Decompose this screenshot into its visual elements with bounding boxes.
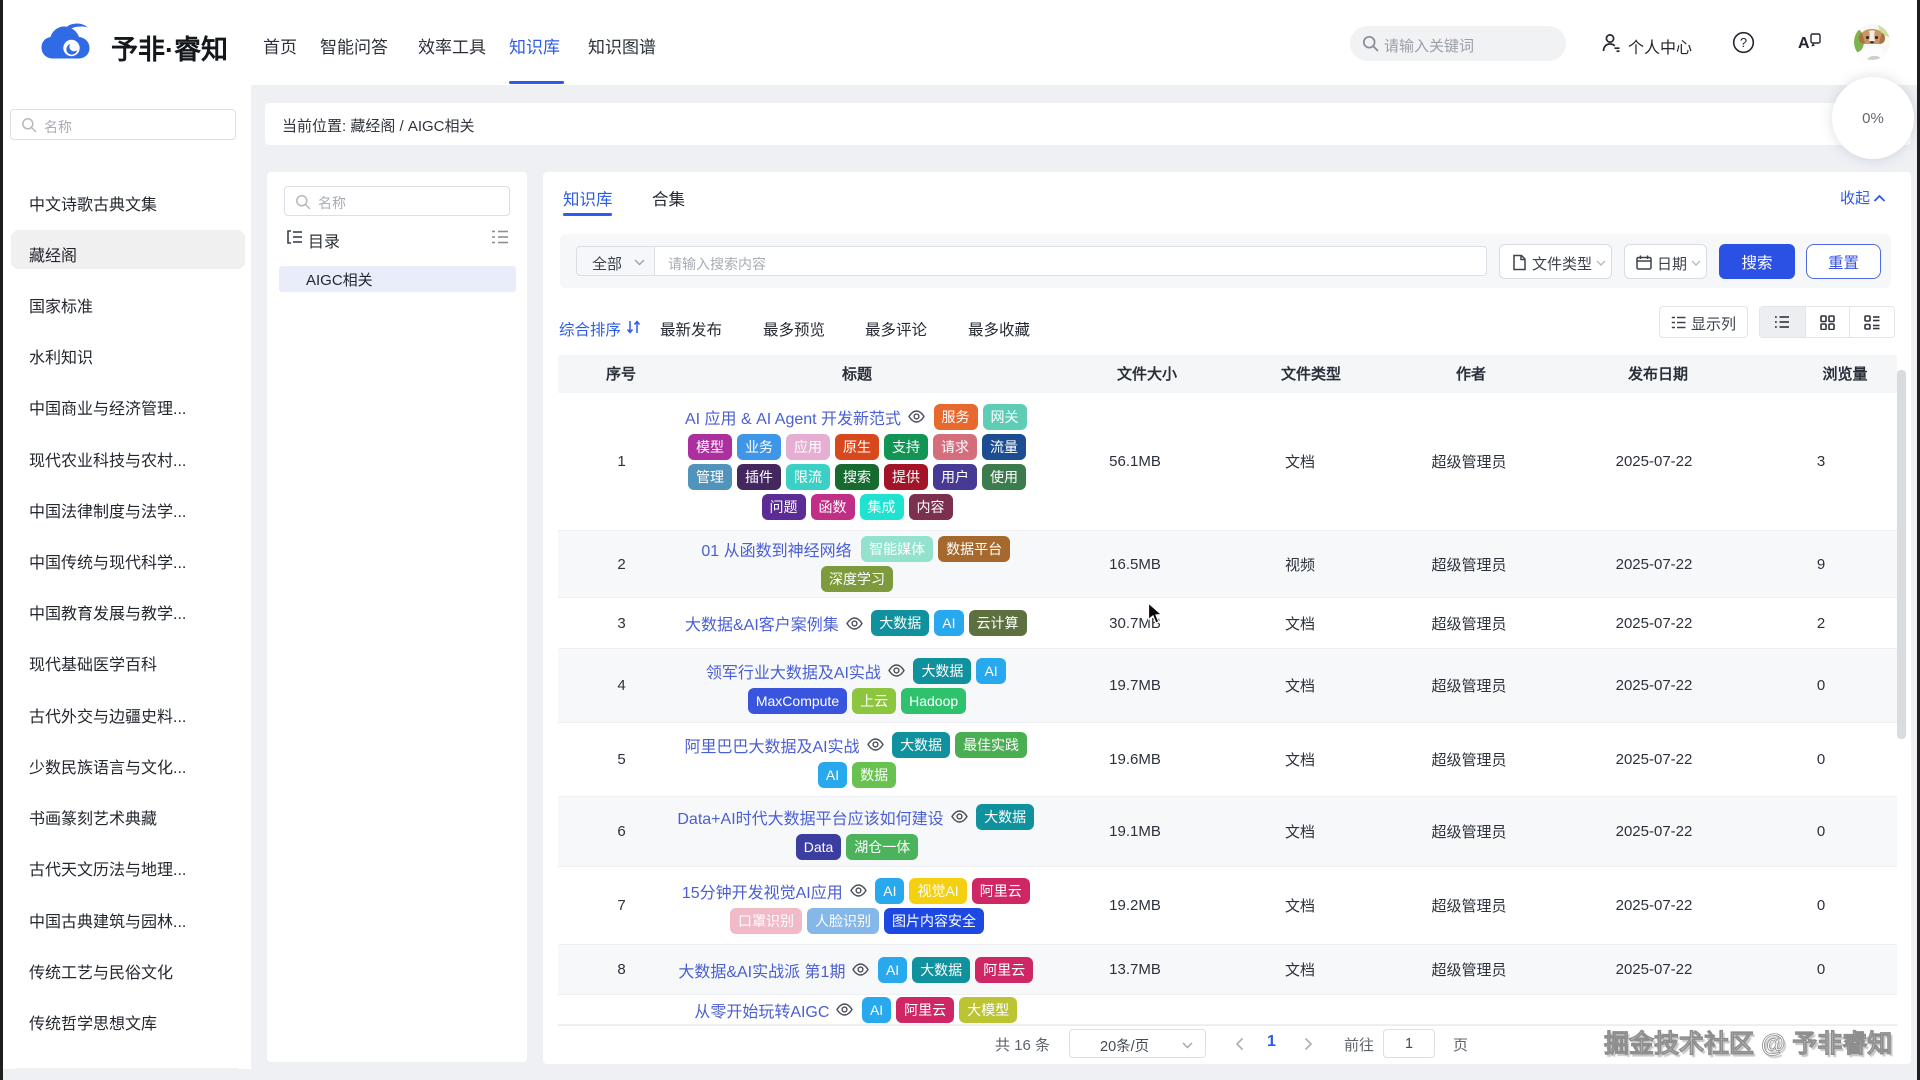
svg-text:A: A: [1798, 35, 1810, 52]
svg-text:?: ?: [1740, 35, 1747, 50]
